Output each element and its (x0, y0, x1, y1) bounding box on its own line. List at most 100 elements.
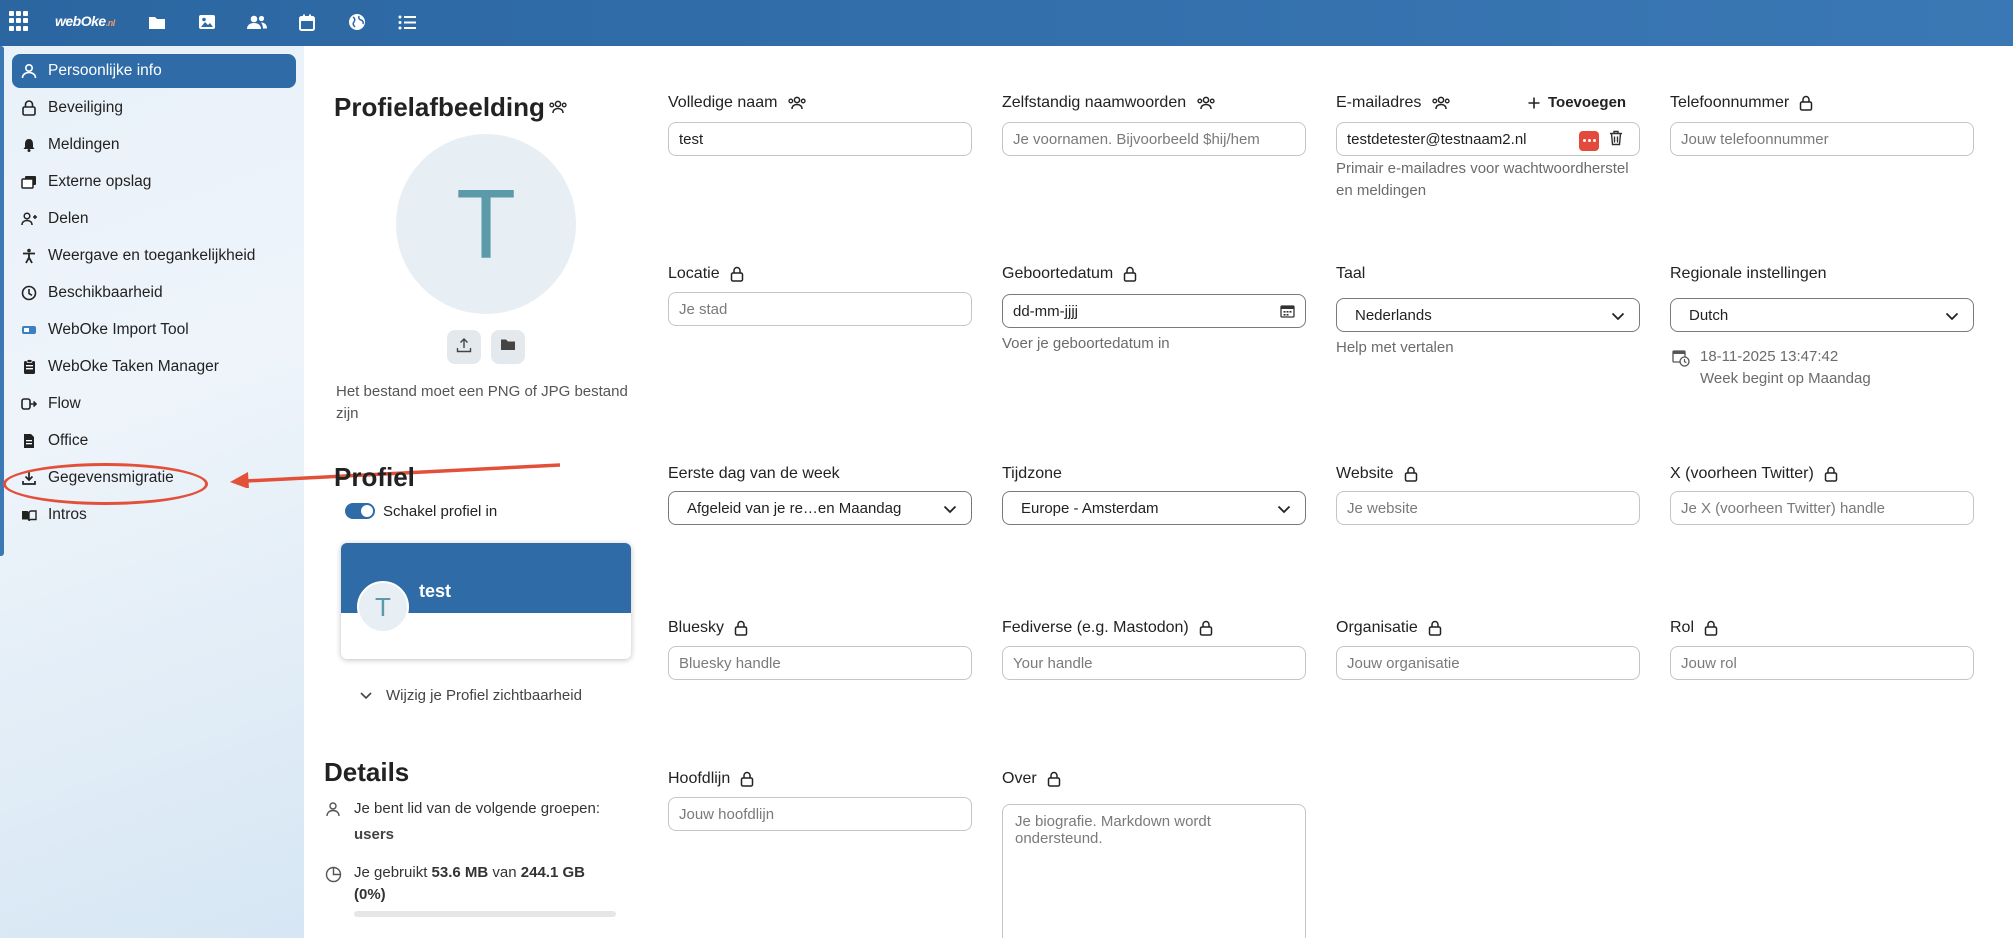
full-name-input[interactable] (668, 122, 972, 156)
profile-preview-card[interactable]: T test (341, 543, 631, 659)
first-day-label-text: Eerste dag van de week (668, 465, 840, 482)
locale-datetime: 18-11-2025 13:47:42 (1700, 348, 1839, 365)
quota-progress-bar (354, 911, 616, 917)
profile-card-name: test (419, 581, 452, 601)
sidebar-item-label: Office (48, 432, 89, 449)
usage-total: 244.1 GB (520, 864, 585, 881)
website-input[interactable] (1336, 491, 1640, 525)
lock-icon[interactable] (1824, 466, 1838, 482)
first-day-select[interactable]: Afgeleid van je re…en Maandag (668, 491, 972, 525)
enable-profile-label: Schakel profiel in (383, 503, 497, 520)
lock-icon[interactable] (1704, 620, 1718, 636)
full-name-label: Volledige naam (668, 94, 807, 112)
website-label-text: Website (1336, 465, 1394, 482)
calendar-icon[interactable] (1280, 304, 1295, 322)
location-label-text: Locatie (668, 265, 720, 282)
locale-select[interactable]: Dutch (1670, 298, 1974, 332)
sidebar-item-label: Externe opslag (48, 173, 152, 190)
twitter-input[interactable] (1670, 491, 1974, 525)
enable-profile-toggle[interactable] (345, 503, 375, 519)
visibility-scope-icon[interactable] (548, 99, 568, 120)
help-translate-link[interactable]: Help met vertalen (1336, 337, 1454, 359)
accessibility-icon (20, 247, 38, 265)
role-label: Rol (1670, 619, 1718, 637)
language-label: Taal (1336, 265, 1365, 283)
profile-visibility-toggle[interactable]: Wijzig je Profiel zichtbaarheid (360, 687, 582, 704)
lock-icon[interactable] (1404, 466, 1418, 482)
clipboard-icon (20, 358, 38, 376)
lock-icon[interactable] (1047, 771, 1061, 787)
logo[interactable]: webOke.nl (55, 13, 115, 29)
usage-prefix: Je gebruikt (354, 864, 428, 881)
lock-icon[interactable] (1799, 95, 1813, 111)
folder-icon[interactable] (145, 11, 169, 33)
trash-icon[interactable] (1609, 130, 1623, 151)
language-select[interactable]: Nederlands (1336, 298, 1640, 332)
sidebar-item-notifications[interactable]: Meldingen (12, 128, 296, 162)
lock-icon[interactable] (1428, 620, 1442, 636)
lock-icon (20, 99, 38, 117)
lock-icon[interactable] (730, 266, 744, 282)
logo-suffix: .nl (105, 18, 116, 28)
sidebar-item-task-manager[interactable]: WebOke Taken Manager (12, 350, 296, 384)
phone-input[interactable] (1670, 122, 1974, 156)
add-email-label: Toevoegen (1548, 94, 1627, 111)
timezone-select[interactable]: Europe - Amsterdam (1002, 491, 1306, 525)
lock-icon[interactable] (740, 771, 754, 787)
contacts-icon[interactable] (245, 11, 269, 33)
person-icon (20, 62, 38, 80)
enable-profile-label-text: Schakel profiel in (383, 503, 498, 520)
sidebar-item-sharing[interactable]: Delen (12, 202, 296, 236)
visibility-scope-icon[interactable] (1431, 95, 1451, 111)
fediverse-input[interactable] (1002, 646, 1306, 680)
first-day-value: Afgeleid van je re…en Maandag (687, 499, 902, 517)
bluesky-label-text: Bluesky (668, 619, 725, 636)
pronouns-input[interactable] (1002, 122, 1306, 156)
sidebar-item-personal-info[interactable]: Persoonlijke info (12, 54, 296, 88)
add-email-button[interactable]: Toevoegen (1528, 94, 1626, 111)
sidebar-scrollbar[interactable] (0, 46, 4, 556)
sidebar-item-label: Persoonlijke info (48, 62, 162, 79)
sidebar-item-external-storage[interactable]: Externe opslag (12, 165, 296, 199)
about-textarea[interactable] (1002, 804, 1306, 938)
calendar-icon[interactable] (295, 11, 319, 33)
sidebar-item-security[interactable]: Beveiliging (12, 91, 296, 125)
role-input[interactable] (1670, 646, 1974, 680)
headline-input[interactable] (668, 797, 972, 831)
timezone-label-text: Tijdzone (1002, 465, 1062, 482)
list-icon[interactable] (395, 11, 419, 33)
usage-used: 53.6 MB (431, 864, 489, 881)
sidebar-item-availability[interactable]: Beschikbaarheid (12, 276, 296, 310)
website-label: Website (1336, 465, 1418, 483)
upload-icon (456, 337, 472, 358)
chevron-down-icon (943, 501, 957, 518)
birthdate-input[interactable]: dd-mm-jjjj (1002, 294, 1306, 328)
sidebar-item-office[interactable]: Office (12, 424, 296, 458)
bluesky-label: Bluesky (668, 619, 748, 637)
choose-from-files-button[interactable] (491, 330, 525, 364)
organisation-input[interactable] (1336, 646, 1640, 680)
visibility-scope-icon[interactable] (1196, 95, 1216, 111)
import-tool-icon (20, 321, 38, 339)
location-input[interactable] (668, 292, 972, 326)
sidebar-item-intros[interactable]: Intros (12, 498, 296, 532)
email-options-button[interactable] (1579, 130, 1599, 151)
profile-card-avatar: T (357, 581, 409, 633)
sidebar-item-import-tool[interactable]: WebOke Import Tool (12, 313, 296, 347)
app-menu-icon[interactable] (9, 11, 29, 31)
bluesky-input[interactable] (668, 646, 972, 680)
sidebar-item-flow[interactable]: Flow (12, 387, 296, 421)
organisation-label: Organisatie (1336, 619, 1442, 637)
document-icon (20, 432, 38, 450)
image-icon[interactable] (195, 11, 219, 33)
globe-icon[interactable] (345, 11, 369, 33)
sidebar-item-accessibility[interactable]: Weergave en toegankelijkheid (12, 239, 296, 273)
lock-icon[interactable] (1123, 266, 1137, 282)
lock-icon[interactable] (734, 620, 748, 636)
lock-icon[interactable] (1199, 620, 1213, 636)
upload-picture-button[interactable] (447, 330, 481, 364)
sidebar-item-label: WebOke Import Tool (48, 321, 189, 338)
headline-label: Hoofdlijn (668, 770, 754, 788)
timezone-label: Tijdzone (1002, 465, 1062, 483)
visibility-scope-icon[interactable] (787, 95, 807, 111)
